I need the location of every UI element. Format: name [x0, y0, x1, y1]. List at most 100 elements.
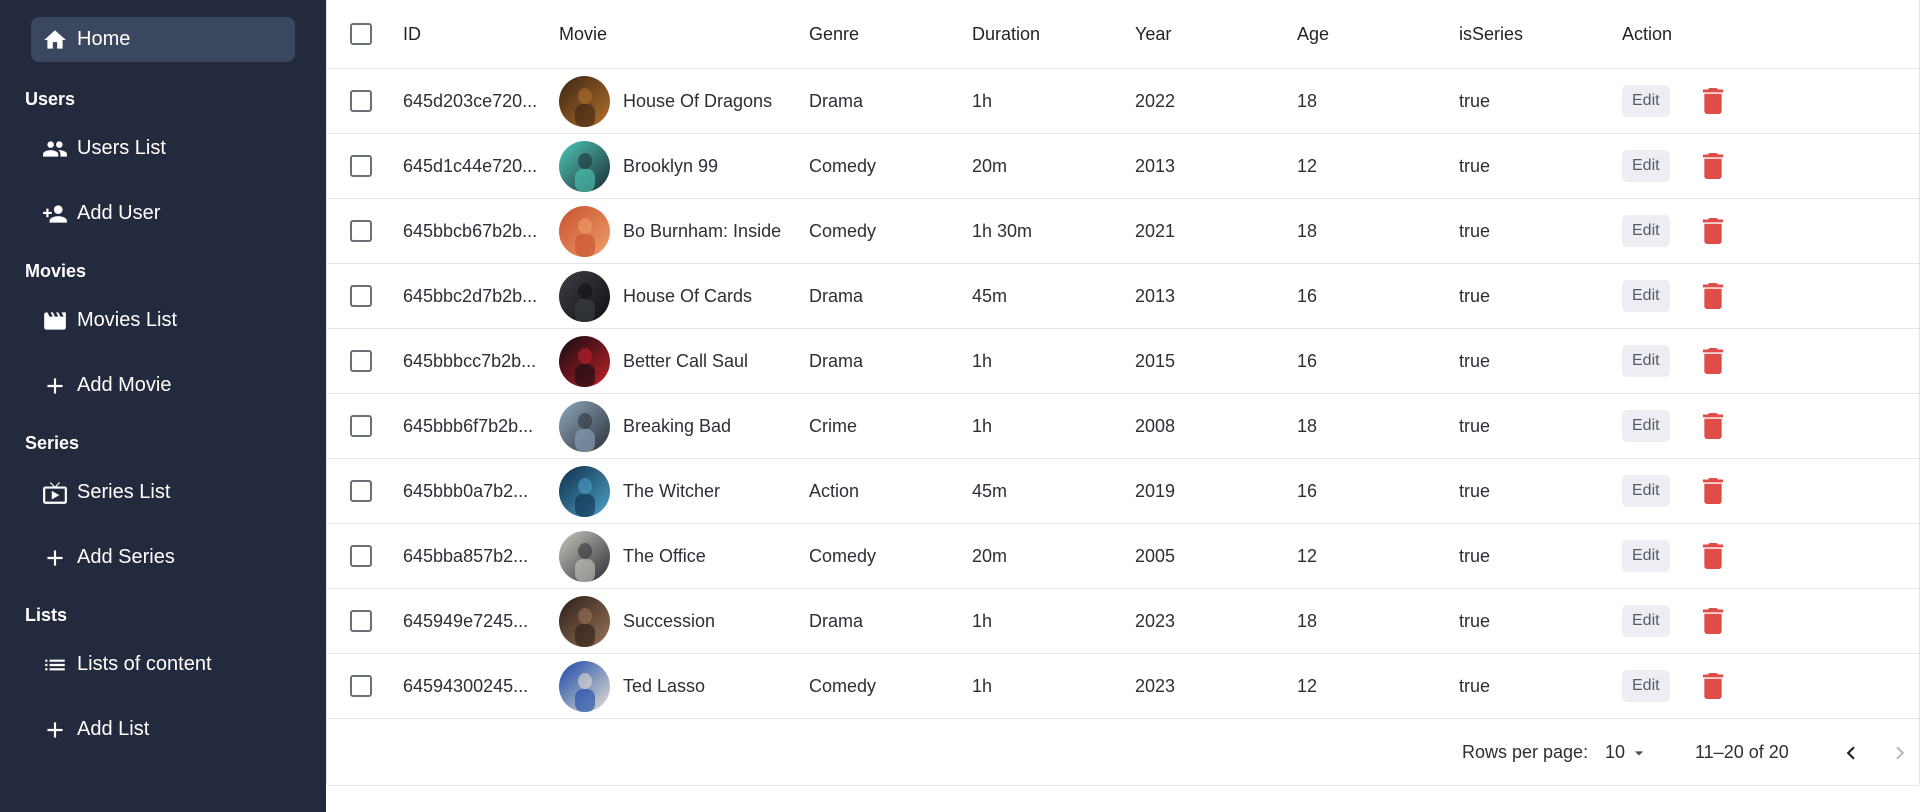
table-row[interactable]: 645949e7245... Succession Drama 1h 2023 18 tru… [327, 589, 1919, 654]
delete-icon[interactable] [1702, 348, 1724, 374]
edit-button[interactable]: Edit [1622, 150, 1670, 182]
movie-title: Breaking Bad [623, 415, 732, 436]
movie-avatar [559, 75, 610, 127]
edit-button[interactable]: Edit [1622, 605, 1670, 637]
edit-button[interactable]: Edit [1622, 670, 1670, 702]
row-checkbox[interactable] [350, 90, 372, 112]
table-row[interactable]: 645bbc2d7b2b... House Of Cards Drama 45m 201… [327, 264, 1919, 329]
table-row[interactable]: 645bbbcc7b2b... Better Call Saul Drama 1h 20… [327, 329, 1919, 394]
row-checkbox[interactable] [350, 545, 372, 567]
delete-icon[interactable] [1702, 283, 1724, 309]
row-checkbox[interactable] [350, 610, 372, 632]
select-all-checkbox[interactable] [350, 23, 372, 45]
cell-age: 12 [1297, 155, 1318, 176]
sidebar-item-add-series[interactable]: Add Series [31, 535, 295, 580]
column-header-movie[interactable]: Movie [559, 0, 799, 68]
table-row[interactable]: 645d1c44e720... Brooklyn 99 Comedy 20m 2013 1… [327, 134, 1919, 199]
row-checkbox[interactable] [350, 155, 372, 177]
sidebar-item-add-user[interactable]: Add User [31, 191, 295, 236]
edit-button[interactable]: Edit [1622, 215, 1670, 247]
tv-icon [41, 479, 69, 507]
cell-duration: 45m [972, 480, 1008, 501]
row-select-cell [345, 69, 377, 133]
delete-icon[interactable] [1702, 478, 1724, 504]
row-checkbox[interactable] [350, 285, 372, 307]
row-checkbox[interactable] [350, 220, 372, 242]
sidebar-item-add-movie[interactable]: Add Movie [31, 363, 295, 408]
cell-duration: 1h [972, 675, 993, 696]
next-page-button[interactable] [1884, 737, 1916, 769]
movie-avatar [559, 400, 610, 452]
sidebar-item-label: Add Series [77, 546, 175, 568]
cell-genre: Comedy [809, 155, 877, 176]
cell-duration: 20m [972, 545, 1008, 566]
table-row[interactable]: 645bbb6f7b2b... Breaking Bad Crime 1h 2008 18… [327, 394, 1919, 459]
edit-button[interactable]: Edit [1622, 280, 1670, 312]
sidebar-item-label: Add User [77, 202, 161, 224]
row-checkbox[interactable] [350, 415, 372, 437]
cell-age: 12 [1297, 675, 1318, 696]
row-select-cell [345, 134, 377, 198]
cell-genre: Drama [809, 90, 864, 111]
edit-button[interactable]: Edit [1622, 85, 1670, 117]
delete-icon[interactable] [1702, 543, 1724, 569]
edit-button[interactable]: Edit [1622, 475, 1670, 507]
edit-button[interactable]: Edit [1622, 410, 1670, 442]
cell-id: 645d1c44e720... [403, 134, 543, 198]
cell-year: 2005 [1135, 545, 1176, 566]
cell-age: 16 [1297, 285, 1318, 306]
cell-year: 2013 [1135, 285, 1176, 306]
delete-icon[interactable] [1702, 218, 1724, 244]
rows-per-page-value: 10 [1605, 742, 1626, 762]
list-icon [41, 651, 69, 679]
table-row[interactable]: 645bbb0a7b2... The Witcher Action 45m 2019 16… [327, 459, 1919, 524]
delete-icon[interactable] [1702, 88, 1724, 114]
app-root: Home Users Users List Add User Movies Mo… [0, 0, 1920, 812]
column-header-id[interactable]: ID [403, 0, 543, 68]
sidebar-group-lists: Lists [25, 605, 68, 625]
cell-movie: The Witcher [559, 459, 799, 523]
column-header-genre[interactable]: Genre [809, 0, 859, 68]
sidebar-item-home[interactable]: Home [31, 17, 295, 62]
delete-icon[interactable] [1702, 153, 1724, 179]
cell-id: 645bbcb67b2b... [403, 199, 543, 263]
cell-action: Edit [1622, 654, 1724, 718]
column-header-duration[interactable]: Duration [972, 0, 1040, 68]
movie-avatar [559, 205, 610, 257]
cell-action: Edit [1622, 589, 1724, 653]
sidebar-item-movies-list[interactable]: Movies List [31, 298, 295, 343]
movie-title: Better Call Saul [623, 350, 749, 371]
cell-age: 18 [1297, 90, 1318, 111]
row-checkbox[interactable] [350, 350, 372, 372]
table-row[interactable]: 64594300245... Ted Lasso Comedy 1h 2023 12 tru… [327, 654, 1919, 719]
cell-isseries: true [1459, 415, 1491, 436]
delete-icon[interactable] [1702, 608, 1724, 634]
rows-per-page-select[interactable]: 10 [1605, 742, 1649, 763]
sidebar-item-series-list[interactable]: Series List [31, 470, 295, 515]
delete-icon[interactable] [1702, 673, 1724, 699]
table-row[interactable]: 645bbcb67b2b... Bo Burnham: Inside Comedy 1… [327, 199, 1919, 264]
edit-button[interactable]: Edit [1622, 540, 1670, 572]
row-checkbox[interactable] [350, 675, 372, 697]
column-header-isseries[interactable]: isSeries [1459, 0, 1523, 68]
sidebar-item-users-list[interactable]: Users List [31, 126, 295, 171]
edit-button[interactable]: Edit [1622, 345, 1670, 377]
table-row[interactable]: 645d203ce720... House Of Dragons Drama 1h 20… [327, 69, 1919, 134]
column-header-action[interactable]: Action [1622, 0, 1672, 68]
table-row[interactable]: 645bba857b2... The Office Comedy 20m 2005 12 t… [327, 524, 1919, 589]
cell-isseries: true [1459, 90, 1491, 111]
sidebar-item-add-list[interactable]: Add List [31, 707, 295, 752]
cell-genre: Comedy [809, 545, 877, 566]
sidebar-item-lists-of-content[interactable]: Lists of content [31, 642, 295, 687]
delete-icon[interactable] [1702, 413, 1724, 439]
row-select-cell [345, 264, 377, 328]
cell-action: Edit [1622, 459, 1724, 523]
row-checkbox[interactable] [350, 480, 372, 502]
cell-action: Edit [1622, 524, 1724, 588]
column-header-year[interactable]: Year [1135, 0, 1171, 68]
cell-age: 12 [1297, 545, 1318, 566]
cell-movie: House Of Cards [559, 264, 799, 328]
column-header-age[interactable]: Age [1297, 0, 1329, 68]
previous-page-button[interactable] [1835, 737, 1867, 769]
cell-isseries: true [1459, 610, 1491, 631]
